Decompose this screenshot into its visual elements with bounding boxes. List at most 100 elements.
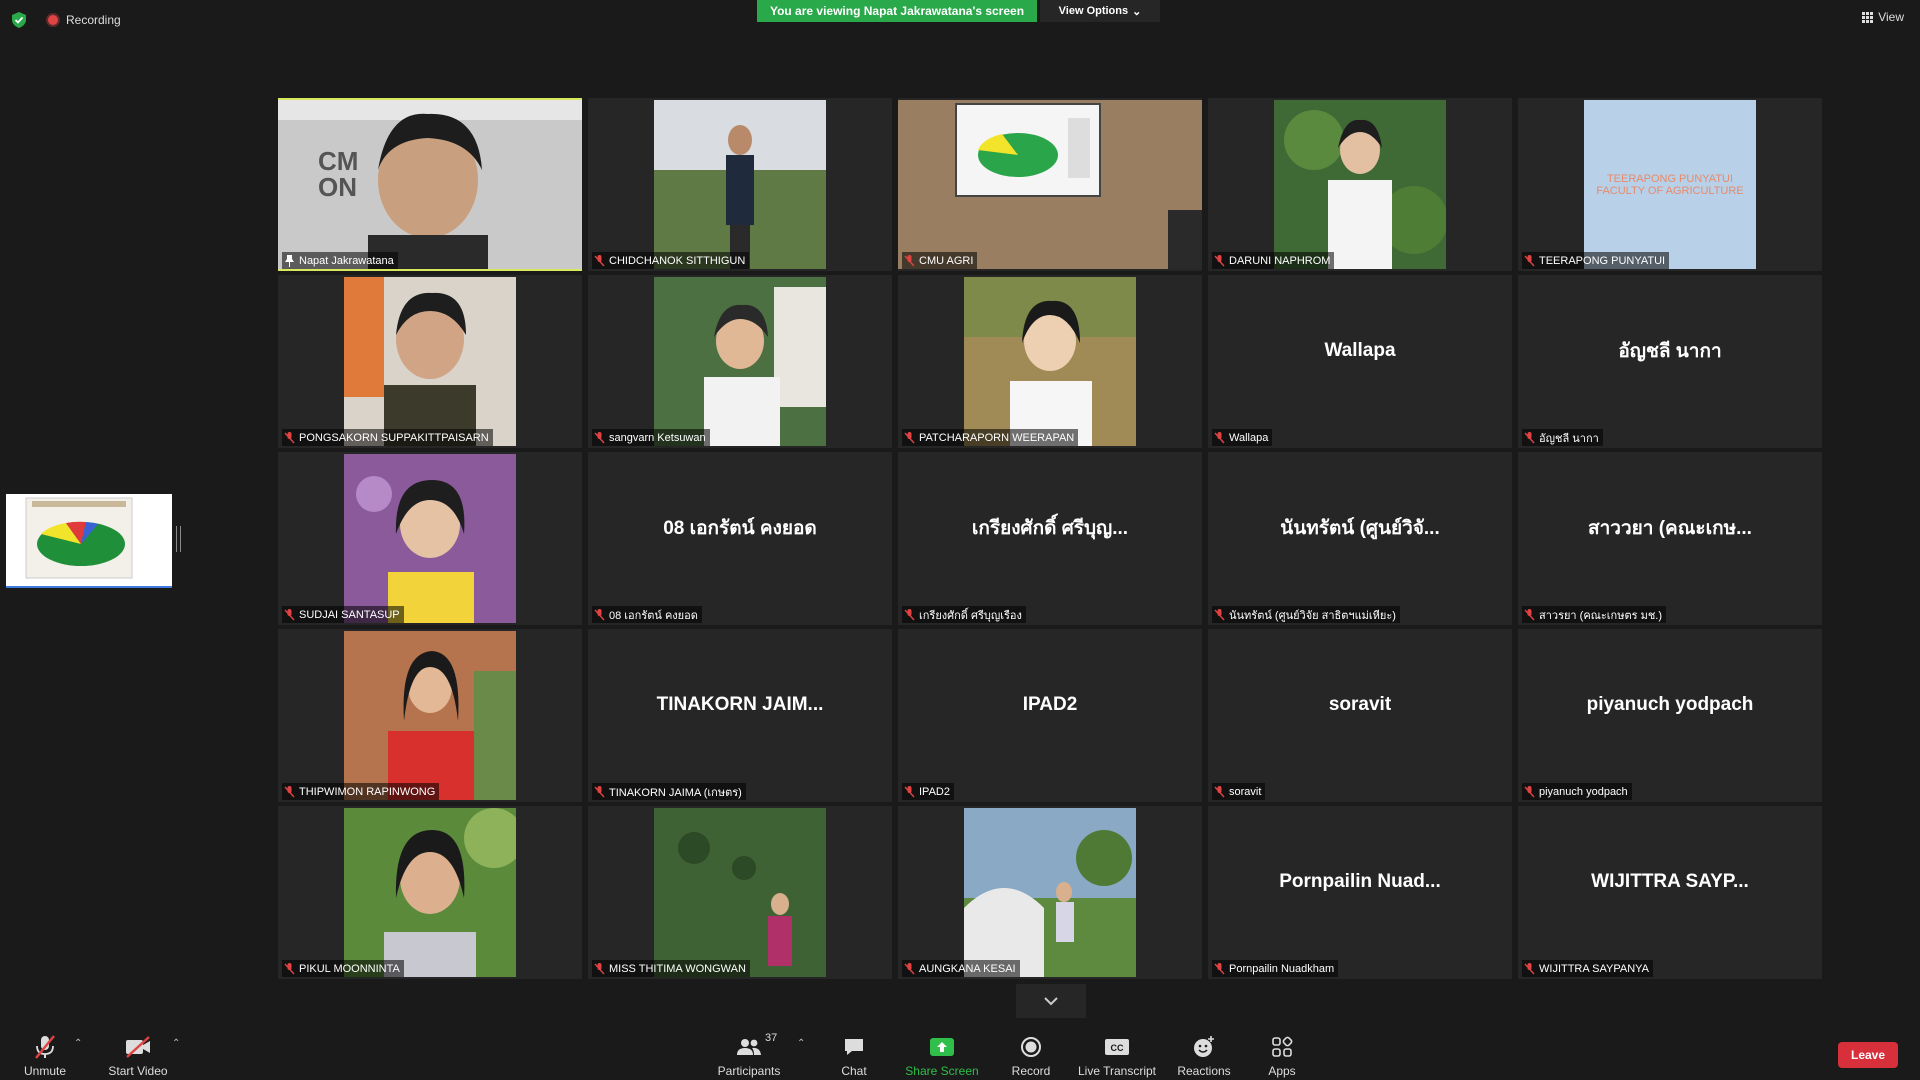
muted-microphone-icon (35, 1035, 55, 1059)
reactions-label: Reactions (1177, 1064, 1231, 1078)
chat-button[interactable]: Chat (830, 1024, 878, 1078)
participant-tile[interactable]: 08 เอกรัตน์ คงยอด 08 เอกรัตน์ คงยอด (588, 452, 892, 625)
participant-name: Wallapa (1229, 431, 1269, 444)
view-label: View (1878, 10, 1904, 24)
share-screen-button[interactable]: Share Screen (904, 1024, 980, 1078)
smiley-reaction-icon (1194, 1036, 1214, 1057)
participant-display-name: อัญชลี นากา (1618, 340, 1722, 362)
participant-name: PATCHARAPORN WEERAPAN (919, 431, 1075, 444)
shared-screen-preview (6, 494, 172, 586)
svg-text:CC: CC (1111, 1043, 1124, 1053)
participant-tile[interactable]: THIPWIMON RAPINWONG (278, 629, 582, 802)
participant-gallery: CM ON Napat Jakrawatana CHIDCHANOK SITTH… (278, 98, 1824, 980)
reactions-button[interactable]: Reactions (1176, 1024, 1232, 1078)
leave-button[interactable]: Leave (1838, 1042, 1898, 1068)
unmute-button[interactable]: Unmute (20, 1024, 70, 1078)
view-button[interactable]: View (1862, 10, 1904, 24)
participant-name: AUNGKANA KESAI (919, 962, 1016, 975)
participant-name-label: PATCHARAPORN WEERAPAN (902, 429, 1079, 446)
muted-microphone-icon (904, 254, 915, 266)
participant-video (654, 277, 826, 446)
participant-tile[interactable]: DARUNI NAPHROM (1208, 98, 1512, 271)
pin-icon (285, 254, 294, 267)
view-options-label: View Options (1058, 5, 1129, 17)
participant-tile[interactable]: soravit soravit (1208, 629, 1512, 802)
participant-name: sangvarn Ketsuwan (609, 431, 706, 444)
participant-tile[interactable]: sangvarn Ketsuwan (588, 275, 892, 448)
gallery-next-page-button[interactable] (1016, 984, 1086, 1018)
participant-name-label: นันทรัตน์ (ศูนย์วิจัย สาธิตฯแม่เหียะ) (1212, 606, 1400, 623)
participants-options-caret-icon[interactable]: ⌃ (797, 1038, 805, 1049)
participant-tile[interactable]: CHIDCHANOK SITTHIGUN (588, 98, 892, 271)
participant-tile[interactable]: CMU AGRI (898, 98, 1202, 271)
participant-tile[interactable]: TEERAPONG PUNYATUI FACULTY OF AGRICULTUR… (1518, 98, 1822, 271)
participant-tile[interactable]: PATCHARAPORN WEERAPAN (898, 275, 1202, 448)
card-line: FACULTY OF AGRICULTURE (1596, 184, 1744, 197)
live-transcript-label: Live Transcript (1077, 1064, 1157, 1078)
participant-tile[interactable]: นันทรัตน์ (ศูนย์วิจั... นันทรัตน์ (ศูนย์… (1208, 452, 1512, 625)
participant-name: TEERAPONG PUNYATUI (1539, 254, 1666, 267)
participant-display-name: สาววยา (คณะเกษ... (1588, 517, 1752, 539)
participant-tile[interactable]: เกรียงศักดิ์ ศรีบุญ... เกรียงศักดิ์ ศรีบ… (898, 452, 1202, 625)
participant-name-label: CHIDCHANOK SITTHIGUN (592, 252, 750, 269)
participant-tile[interactable]: WIJITTRA SAYP... WIJITTRA SAYPANYA (1518, 806, 1822, 979)
apps-icon (1272, 1036, 1293, 1057)
participant-tile[interactable]: AUNGKANA KESAI (898, 806, 1202, 979)
participant-tile[interactable]: PIKUL MOONNINTA (278, 806, 582, 979)
start-video-button[interactable]: Start Video (106, 1024, 170, 1078)
audio-options-caret-icon[interactable]: ⌃ (74, 1038, 82, 1049)
shared-screen-thumbnail[interactable] (6, 494, 172, 588)
record-label: Record (1011, 1064, 1051, 1078)
participant-tile[interactable]: สาววยา (คณะเกษ... สาวรยา (คณะเกษตร มช.) (1518, 452, 1822, 625)
thumbnail-resize-handle[interactable] (176, 526, 181, 552)
participant-tile[interactable]: PONGSAKORN SUPPAKITTPAISARN (278, 275, 582, 448)
participant-tile[interactable]: SUDJAI SANTASUP (278, 452, 582, 625)
participant-video (344, 808, 516, 977)
muted-microphone-icon (594, 962, 605, 974)
participant-name-label: piyanuch yodpach (1522, 783, 1632, 800)
participant-display-name: piyanuch yodpach (1586, 693, 1754, 715)
chevron-down-icon: ⌄ (1132, 5, 1142, 18)
participant-tile[interactable]: MISS THITIMA WONGWAN (588, 806, 892, 979)
apps-button[interactable]: Apps (1262, 1024, 1302, 1078)
muted-microphone-icon (1524, 608, 1535, 620)
muted-microphone-icon (1214, 431, 1225, 443)
viewing-screen-banner: You are viewing Napat Jakrawatana's scre… (757, 0, 1037, 22)
participant-tile[interactable]: IPAD2 IPAD2 (898, 629, 1202, 802)
participant-tile[interactable]: TINAKORN JAIM... TINAKORN JAIMA (เกษตร) (588, 629, 892, 802)
participant-video (344, 277, 516, 446)
video-options-caret-icon[interactable]: ⌃ (172, 1038, 180, 1049)
participant-video (344, 454, 516, 623)
live-transcript-button[interactable]: CC Live Transcript (1076, 1024, 1158, 1078)
participant-tile[interactable]: CM ON Napat Jakrawatana (278, 98, 582, 271)
participant-name-label: สาวรยา (คณะเกษตร มช.) (1522, 606, 1667, 623)
security-shield-icon[interactable] (12, 12, 26, 28)
grid-view-icon (1862, 11, 1874, 23)
participant-name-label: TEERAPONG PUNYATUI (1522, 252, 1670, 269)
muted-microphone-icon (284, 962, 295, 974)
participants-button[interactable]: 37 Participants (716, 1024, 782, 1078)
record-icon (1021, 1037, 1041, 1057)
participant-name-label: อัญชลี นากา (1522, 429, 1603, 446)
chat-bubble-icon (845, 1039, 863, 1055)
participant-tile[interactable]: Pornpailin Nuad... Pornpailin Nuadkham (1208, 806, 1512, 979)
record-button[interactable]: Record (1006, 1024, 1056, 1078)
muted-microphone-icon (904, 608, 915, 620)
participant-name-label: WIJITTRA SAYPANYA (1522, 960, 1654, 977)
muted-microphone-icon (1214, 254, 1225, 266)
participant-name-label: IPAD2 (902, 783, 954, 800)
participant-name: นันทรัตน์ (ศูนย์วิจัย สาธิตฯแม่เหียะ) (1229, 609, 1396, 622)
participant-name: CHIDCHANOK SITTHIGUN (609, 254, 746, 267)
participant-tile[interactable]: อัญชลี นากา อัญชลี นากา (1518, 275, 1822, 448)
view-options-button[interactable]: View Options ⌄ (1040, 0, 1160, 22)
participant-name-label: MISS THITIMA WONGWAN (592, 960, 750, 977)
recording-indicator-icon (48, 15, 58, 25)
participant-display-name: soravit (1328, 693, 1392, 715)
participant-tile[interactable]: Wallapa Wallapa (1208, 275, 1512, 448)
share-screen-label: Share Screen (905, 1064, 979, 1078)
participant-name: สาวรยา (คณะเกษตร มช.) (1539, 609, 1663, 622)
participant-tile[interactable]: piyanuch yodpach piyanuch yodpach (1518, 629, 1822, 802)
meeting-toolbar: Unmute ⌃ Start Video ⌃ 37 Participants ⌃ (0, 1022, 1920, 1080)
muted-microphone-icon (1524, 431, 1535, 443)
muted-microphone-icon (1524, 962, 1535, 974)
